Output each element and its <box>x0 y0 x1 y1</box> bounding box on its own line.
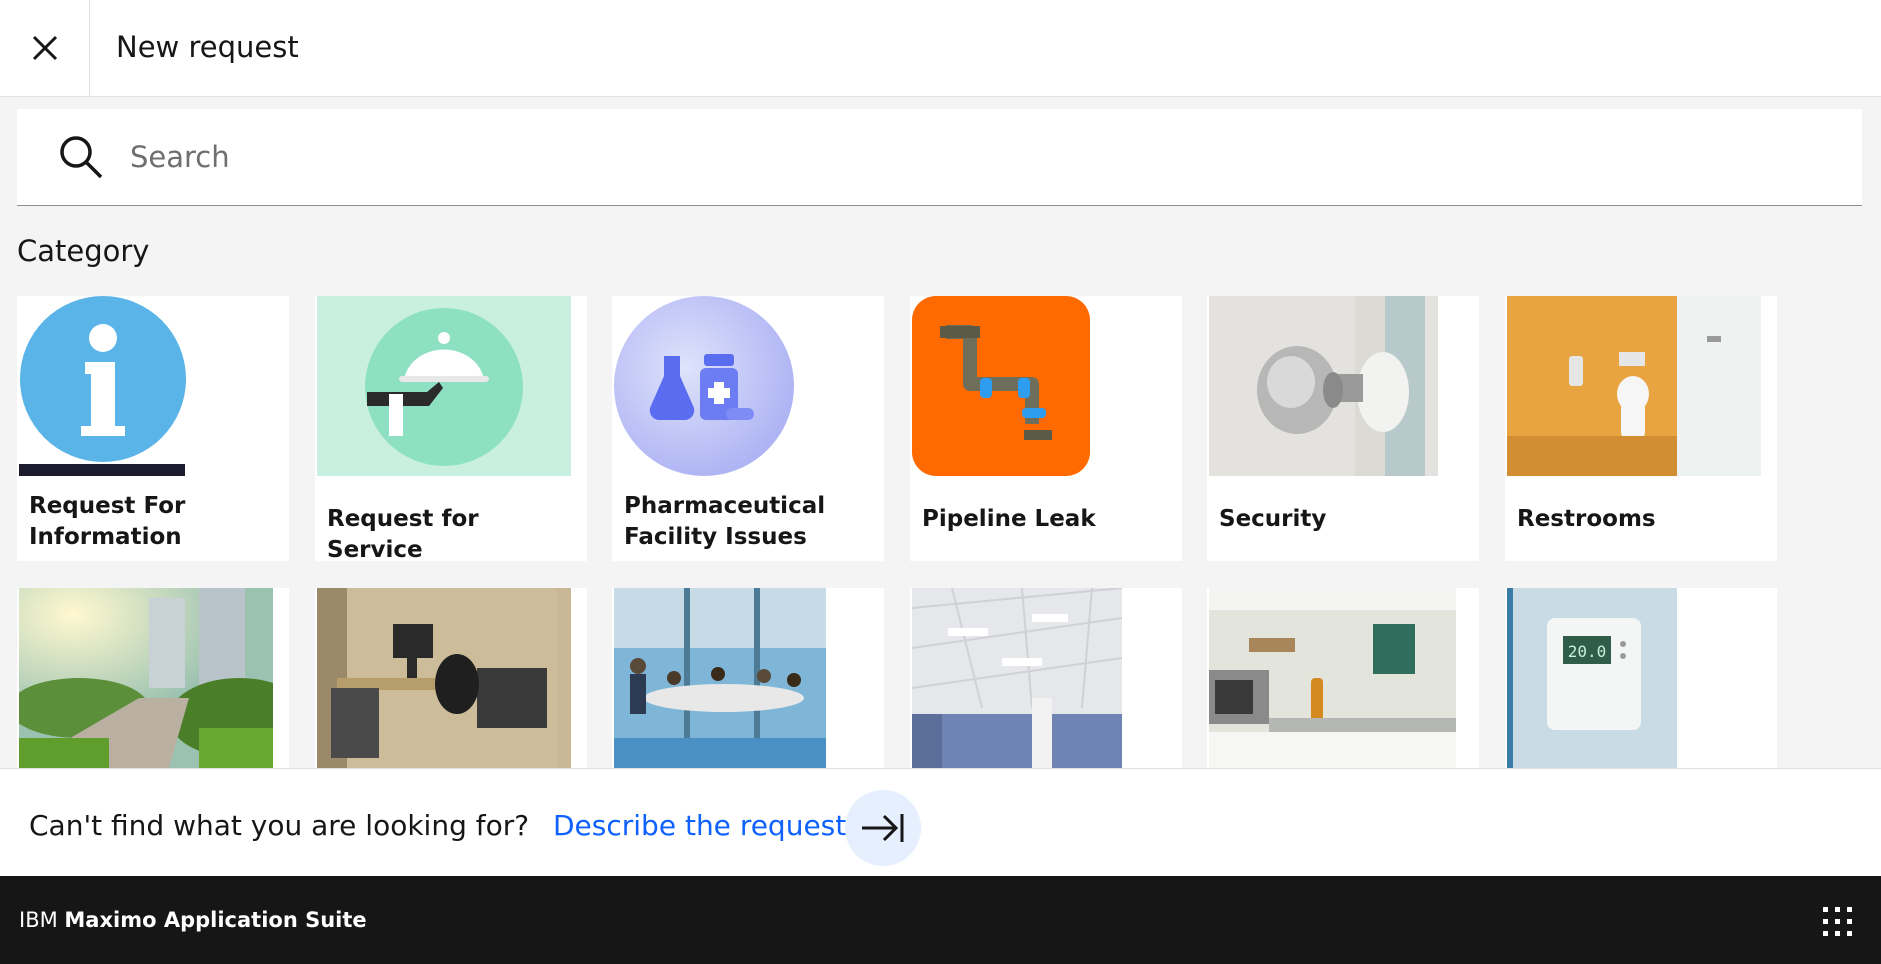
category-card-office-desk[interactable] <box>315 588 587 768</box>
category-card-label: Request for Service <box>327 506 479 561</box>
category-card-ceiling[interactable] <box>910 588 1182 768</box>
cant-find-bar: Can't find what you are looking for? Des… <box>0 768 1881 876</box>
shell-footer: IBM Maximo Application Suite <box>0 876 1881 964</box>
information-icon <box>19 296 273 476</box>
category-card-label: Security <box>1219 506 1327 532</box>
restroom-photo <box>1507 296 1761 476</box>
category-card-label: Pipeline Leak <box>922 506 1096 532</box>
pharmacy-flask-icon <box>614 296 868 476</box>
category-card-pipeline-leak[interactable]: Pipeline Leak <box>910 296 1182 561</box>
category-card-meeting-room[interactable] <box>612 588 884 768</box>
ceiling-lights-photo <box>912 588 1166 768</box>
category-card-request-for-information[interactable]: Request For Information <box>17 296 289 561</box>
category-card-request-for-service[interactable]: Request for Service <box>315 296 587 561</box>
category-card-security[interactable]: Security <box>1207 296 1479 561</box>
office-desk-photo <box>317 588 571 768</box>
app-switcher-icon <box>1823 907 1852 936</box>
close-button[interactable] <box>0 0 90 96</box>
category-card-thermostat[interactable]: 20.0 <box>1505 588 1777 768</box>
category-card-label: Pharmaceutical Facility Issues <box>624 493 826 550</box>
search-input[interactable] <box>130 127 1830 187</box>
describe-request-button[interactable] <box>845 790 921 866</box>
door-knob-photo <box>1209 296 1463 476</box>
cant-find-text: Can't find what you are looking for? <box>29 809 530 842</box>
search-icon <box>60 136 103 179</box>
thermostat-reading: 20.0 <box>1568 642 1607 661</box>
garden-photo <box>19 588 273 768</box>
category-heading: Category <box>17 234 150 268</box>
pipeline-icon <box>912 296 1166 476</box>
header-bar: New request <box>0 0 1881 97</box>
category-card-pharmaceutical[interactable]: Pharmaceutical Facility Issues <box>612 296 884 561</box>
service-cloche-icon <box>317 296 571 476</box>
close-icon <box>32 35 57 61</box>
page-title: New request <box>116 30 299 64</box>
arrow-right-to-line-icon <box>862 814 904 842</box>
category-card-label: Restrooms <box>1517 506 1656 532</box>
category-card-restrooms[interactable]: Restrooms <box>1505 296 1777 561</box>
meeting-room-photo <box>614 588 868 768</box>
kitchen-photo <box>1209 588 1463 768</box>
brand-prefix: IBM <box>19 908 58 932</box>
category-card-garden[interactable] <box>17 588 289 768</box>
search-bar <box>17 109 1862 206</box>
category-card-label: Request For Information <box>29 493 186 550</box>
thermostat-photo: 20.0 <box>1507 588 1761 768</box>
category-card-kitchen[interactable] <box>1207 588 1479 768</box>
describe-request-link[interactable]: Describe the request <box>553 809 846 842</box>
brand-name: IBM Maximo Application Suite <box>19 908 367 932</box>
brand-product: Maximo Application Suite <box>64 908 367 932</box>
category-grid: Request For Information Request for Serv… <box>17 296 1862 768</box>
app-switcher-button[interactable] <box>1821 905 1855 939</box>
